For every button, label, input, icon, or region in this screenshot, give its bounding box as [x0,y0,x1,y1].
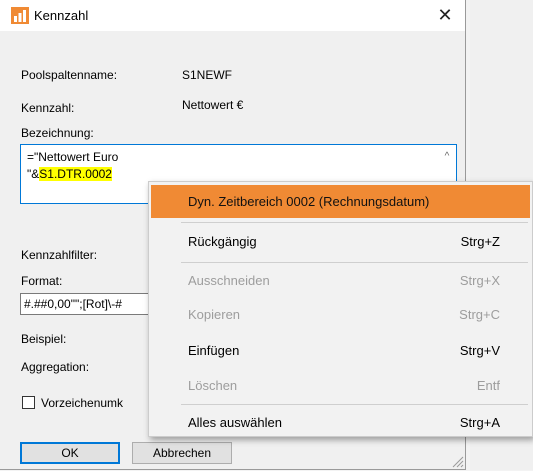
scroll-up-icon[interactable]: ^ [441,151,453,163]
ctx-item-rueckgaengig[interactable]: Rückgängig Strg+Z [151,225,530,258]
ctx-item-ausschneiden[interactable]: Ausschneiden Strg+X [151,264,530,297]
vorzeichen-checkbox[interactable] [22,396,35,409]
ctx-item-label: Alles auswählen [188,415,282,430]
bezeichnung-line-2-prefix: "& [27,167,40,181]
aggregation-label: Aggregation: [21,360,90,374]
ctx-item-loeschen[interactable]: Löschen Entf [151,369,530,402]
ctx-item-shortcut: Strg+Z [460,234,500,249]
beispiel-label: Beispiel: [21,332,67,346]
context-menu: Dyn. Zeitbereich 0002 (Rechnungsdatum) R… [148,181,533,437]
kennzahl-value: Nettowert € [182,98,244,112]
ctx-item-label: Ausschneiden [188,273,270,288]
bezeichnung-label: Bezeichnung: [21,126,94,140]
bezeichnung-highlighted-token: S1.DTR.0002 [39,167,112,181]
bezeichnung-line-1: ="Nettowert Euro [27,150,119,164]
ctx-item-kopieren[interactable]: Kopieren Strg+C [151,298,530,331]
kennzahl-label: Kennzahl: [21,101,75,115]
ctx-separator [181,404,528,405]
ctx-item-einfuegen[interactable]: Einfügen Strg+V [151,334,530,367]
format-input[interactable]: #.##0,00"";[Rot]\-# [20,293,160,315]
ctx-item-label: Löschen [188,378,238,393]
ctx-separator [181,262,528,263]
poolspaltenname-label: Poolspaltenname: [21,68,118,82]
ctx-item-shortcut: Strg+C [459,307,500,322]
ctx-item-shortcut: Strg+A [459,415,500,430]
resize-grip-icon[interactable] [450,454,464,468]
close-icon[interactable]: ✕ [430,3,460,28]
ctx-separator [181,222,528,223]
ctx-item-shortcut: Entf [476,378,500,393]
bezeichnung-line-2: "&S1.DTR.0002 [27,167,112,181]
ctx-item-shortcut: Strg+V [459,343,500,358]
ctx-item-shortcut: Strg+X [459,273,500,288]
poolspaltenname-value: S1NEWF [182,68,233,82]
ctx-item-label: Rückgängig [188,234,257,249]
format-label: Format: [21,274,63,288]
window-title: Kennzahl [34,8,89,23]
ctx-item-dyn-zeitbereich[interactable]: Dyn. Zeitbereich 0002 (Rechnungsdatum) [151,185,530,218]
ctx-item-label: Dyn. Zeitbereich 0002 (Rechnungsdatum) [188,194,430,209]
title-bar: Kennzahl ✕ [0,0,465,31]
ctx-item-label: Einfügen [188,343,240,358]
ok-button[interactable]: OK [20,442,120,464]
ctx-item-alles-auswaehlen[interactable]: Alles auswählen Strg+A [151,406,530,439]
kennzahlfilter-label: Kennzahlfilter: [21,248,98,262]
vorzeichen-label: Vorzeichenumk [41,396,124,410]
app-chart-icon [11,7,29,24]
ctx-item-label: Kopieren [188,307,241,322]
cancel-button[interactable]: Abbrechen [132,442,232,464]
